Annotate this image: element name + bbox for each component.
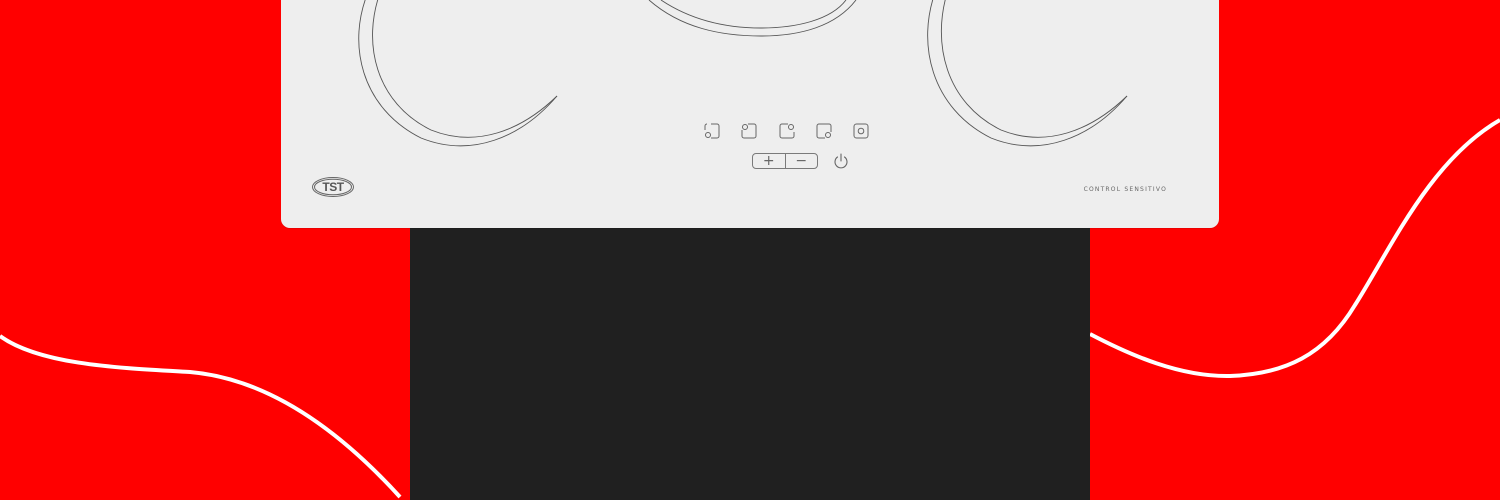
left-white-curve (0, 334, 402, 499)
minus-button[interactable]: − (786, 154, 818, 168)
burner-rings (358, 0, 1128, 147)
zone-center-key-icon[interactable] (852, 122, 870, 140)
cooktop: + − TST CONTROL SENSITIVO (281, 0, 1219, 228)
left-burner (358, 0, 558, 147)
zone-top-right-key-icon[interactable] (778, 122, 796, 140)
control-sensitive-label: CONTROL SENSITIVO (1083, 186, 1167, 193)
power-icon[interactable] (832, 152, 850, 170)
zone-bottom-left-key-icon[interactable] (703, 122, 721, 140)
brand-logo: TST (311, 176, 355, 198)
zone-bottom-right-key-icon[interactable] (815, 122, 833, 140)
center-burner (648, 0, 857, 37)
zone-top-left-key-icon[interactable] (740, 122, 758, 140)
cabinet-panel (410, 220, 1090, 500)
right-burner (927, 0, 1128, 147)
brand-logo-text: TST (322, 180, 344, 194)
plus-button[interactable]: + (753, 154, 786, 168)
power-level-stepper[interactable]: + − (752, 153, 818, 169)
